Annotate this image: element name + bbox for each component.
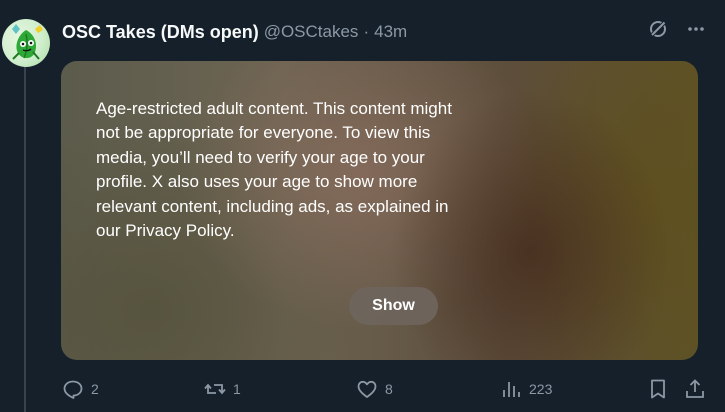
repost-button[interactable]: 1 xyxy=(203,377,241,401)
sensitive-media[interactable]: Age-restricted adult content. This conte… xyxy=(61,61,698,360)
bookmark-button[interactable] xyxy=(646,377,670,401)
post-actions: 2 1 8 223 xyxy=(61,377,711,401)
user-handle[interactable]: @OSCtakes xyxy=(264,22,359,42)
share-button[interactable] xyxy=(683,377,707,401)
show-media-button[interactable]: Show xyxy=(349,287,438,325)
leaf-character-avatar xyxy=(12,24,43,60)
thread-line xyxy=(24,62,26,412)
post-time[interactable]: 43m xyxy=(374,22,407,42)
display-name[interactable]: OSC Takes (DMs open) xyxy=(62,22,259,43)
reply-button[interactable]: 2 xyxy=(61,377,99,401)
views-button[interactable]: 223 xyxy=(499,377,552,401)
separator-dot: · xyxy=(363,22,370,41)
bookmark-icon xyxy=(646,377,670,401)
like-icon xyxy=(355,377,379,401)
grok-icon[interactable] xyxy=(648,19,668,39)
more-icon[interactable] xyxy=(686,19,706,39)
like-count: 8 xyxy=(385,381,393,397)
reply-count: 2 xyxy=(91,381,99,397)
repost-icon xyxy=(203,377,227,401)
like-button[interactable]: 8 xyxy=(355,377,393,401)
post-header: OSC Takes (DMs open) @OSCtakes · 43m xyxy=(62,20,407,44)
view-count: 223 xyxy=(529,381,553,397)
post-top-actions xyxy=(648,19,706,39)
content-warning-text: Age-restricted adult content. This conte… xyxy=(96,99,452,241)
avatar[interactable] xyxy=(2,19,50,67)
share-icon xyxy=(683,377,707,401)
repost-count: 1 xyxy=(233,381,241,397)
reply-icon xyxy=(61,377,85,401)
post[interactable]: OSC Takes (DMs open) @OSCtakes · 43m Age… xyxy=(0,0,725,412)
views-icon xyxy=(499,377,523,401)
